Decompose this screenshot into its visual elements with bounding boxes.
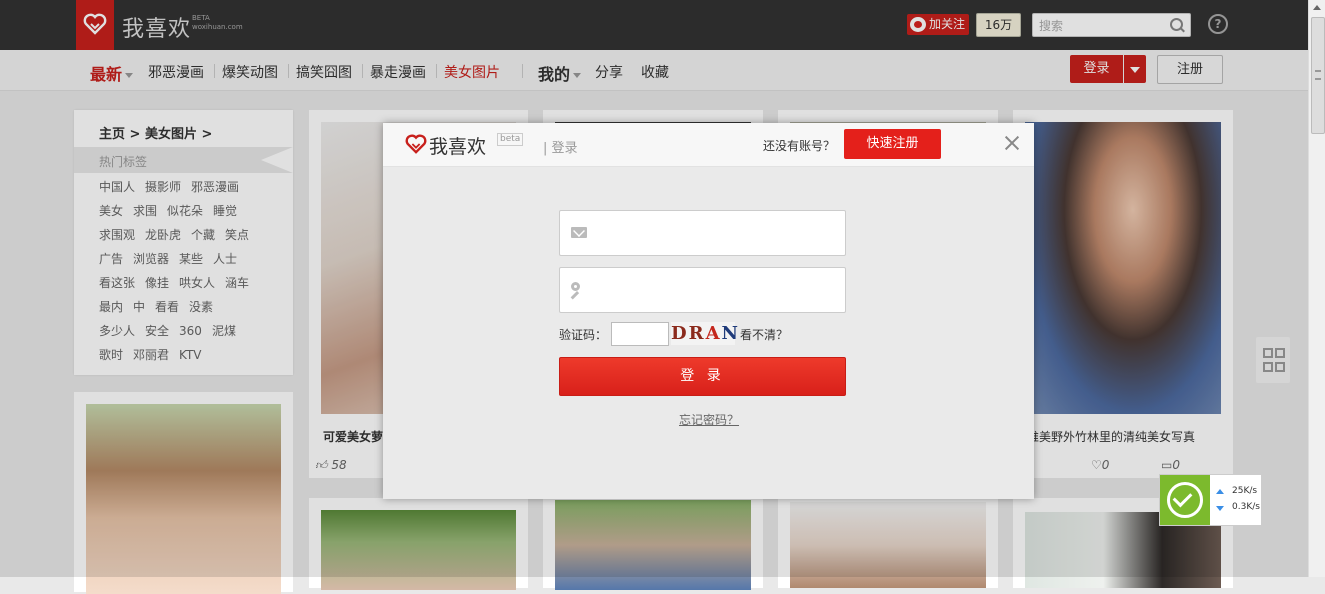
modal-beta-tag: beta [497,133,524,146]
quick-register-button[interactable]: 快速注册 [844,129,941,159]
qr-code-button[interactable] [1256,337,1290,383]
modal-title: | 登录 [543,141,578,156]
key-icon [571,282,580,291]
captcha-char: N [721,323,740,344]
modal-header: 我喜欢 beta | 登录 还没有账号？ 快速注册 [383,123,1034,167]
mail-icon [571,227,587,238]
forgot-password-link[interactable]: 忘记密码？ [679,411,739,428]
modal-site-name: 我喜欢 [429,136,487,158]
no-account-text: 还没有账号？ [763,139,836,153]
password-input[interactable] [596,278,840,304]
scrollbar-thumb[interactable] [1311,17,1325,134]
scrollbar[interactable] [1308,0,1325,577]
qr-code-icon [1263,348,1273,358]
download-arrow-icon [1216,506,1224,511]
scroll-up-arrow-icon[interactable] [1313,5,1321,10]
qr-code-icon [1263,362,1273,372]
accelerator-icon [1160,475,1210,525]
heart-logo-icon [405,134,427,154]
captcha-image[interactable]: DRAN [671,322,738,345]
login-submit-button[interactable]: 登 录 [559,357,846,396]
email-input[interactable] [596,221,840,247]
captcha-input[interactable] [611,322,669,346]
captcha-label: 验证码： [559,328,608,342]
qr-code-icon [1275,362,1285,372]
close-icon[interactable] [1003,134,1021,152]
upload-arrow-icon [1216,489,1224,494]
email-field[interactable] [559,210,846,256]
qr-code-icon [1275,348,1285,358]
password-field[interactable] [559,267,846,313]
captcha-char: D [671,323,689,344]
login-modal: 我喜欢 beta | 登录 还没有账号？ 快速注册 验证码： DRAN 看不清？… [383,123,1034,499]
upload-speed: 25K/s [1232,486,1258,496]
captcha-refresh-link[interactable]: 看不清？ [740,326,788,343]
captcha-char: R [688,323,706,344]
captcha-char: A [705,323,722,344]
network-speed-widget[interactable]: 25K/s 0.3K/s [1159,474,1262,526]
download-speed: 0.3K/s [1232,502,1260,512]
